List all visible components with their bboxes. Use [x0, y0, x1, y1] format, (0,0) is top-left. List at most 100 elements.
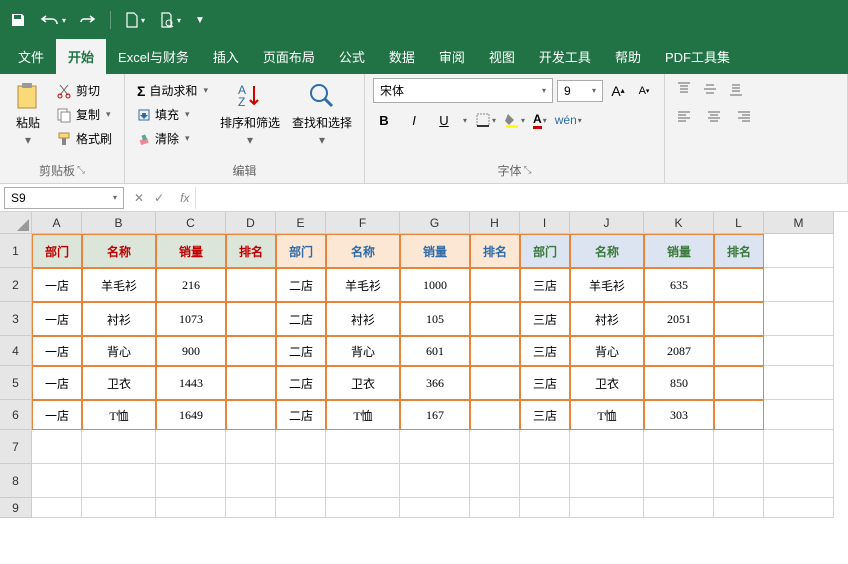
- col-head-L[interactable]: L: [714, 212, 764, 234]
- cell-C5[interactable]: 1443: [156, 366, 226, 400]
- cell-K7[interactable]: [644, 430, 714, 464]
- cell-J5[interactable]: 卫衣: [570, 366, 644, 400]
- cell-K3[interactable]: 2051: [644, 302, 714, 336]
- col-head-C[interactable]: C: [156, 212, 226, 234]
- cell-H6[interactable]: [470, 400, 520, 430]
- row-head-6[interactable]: 6: [0, 400, 32, 430]
- name-box[interactable]: S9▾: [4, 187, 124, 209]
- copy-button[interactable]: 复制▾: [52, 104, 116, 125]
- cell-A1[interactable]: 部门: [32, 234, 82, 268]
- cell-L6[interactable]: [714, 400, 764, 430]
- col-head-A[interactable]: A: [32, 212, 82, 234]
- find-select-button[interactable]: 查找和选择▾: [288, 78, 356, 149]
- cell-B9[interactable]: [82, 498, 156, 518]
- cell-J7[interactable]: [570, 430, 644, 464]
- cell-J8[interactable]: [570, 464, 644, 498]
- formula-input[interactable]: [195, 187, 848, 209]
- cell-C1[interactable]: 销量: [156, 234, 226, 268]
- cell-M4[interactable]: [764, 336, 834, 366]
- cell-G5[interactable]: 366: [400, 366, 470, 400]
- cell-B2[interactable]: 羊毛衫: [82, 268, 156, 302]
- enter-icon[interactable]: ✓: [154, 191, 164, 205]
- sort-filter-button[interactable]: AZ 排序和筛选▾: [216, 78, 284, 149]
- tab-文件[interactable]: 文件: [6, 39, 56, 74]
- cell-D2[interactable]: [226, 268, 276, 302]
- new-file-icon[interactable]: ▾: [125, 12, 145, 28]
- cell-D4[interactable]: [226, 336, 276, 366]
- cell-K4[interactable]: 2087: [644, 336, 714, 366]
- col-head-M[interactable]: M: [764, 212, 834, 234]
- cell-C9[interactable]: [156, 498, 226, 518]
- cell-A5[interactable]: 一店: [32, 366, 82, 400]
- cell-E8[interactable]: [276, 464, 326, 498]
- save-icon[interactable]: [10, 12, 26, 28]
- cell-H1[interactable]: 排名: [470, 234, 520, 268]
- redo-icon[interactable]: [80, 13, 96, 27]
- tab-Excel与财务[interactable]: Excel与财务: [106, 39, 201, 74]
- cell-F6[interactable]: T恤: [326, 400, 400, 430]
- cell-A4[interactable]: 一店: [32, 336, 82, 366]
- cell-I9[interactable]: [520, 498, 570, 518]
- cell-B5[interactable]: 卫衣: [82, 366, 156, 400]
- col-head-K[interactable]: K: [644, 212, 714, 234]
- row-head-1[interactable]: 1: [0, 234, 32, 268]
- cell-L1[interactable]: 排名: [714, 234, 764, 268]
- cell-M3[interactable]: [764, 302, 834, 336]
- cell-J1[interactable]: 名称: [570, 234, 644, 268]
- font-size-select[interactable]: 9▾: [557, 80, 603, 102]
- cell-I4[interactable]: 三店: [520, 336, 570, 366]
- cell-F3[interactable]: 衬衫: [326, 302, 400, 336]
- cell-G1[interactable]: 销量: [400, 234, 470, 268]
- cell-I1[interactable]: 部门: [520, 234, 570, 268]
- cell-H5[interactable]: [470, 366, 520, 400]
- cell-E2[interactable]: 二店: [276, 268, 326, 302]
- tab-开始[interactable]: 开始: [56, 39, 106, 74]
- cell-F2[interactable]: 羊毛衫: [326, 268, 400, 302]
- cell-L7[interactable]: [714, 430, 764, 464]
- cell-B6[interactable]: T恤: [82, 400, 156, 430]
- tab-公式[interactable]: 公式: [327, 39, 377, 74]
- cell-E4[interactable]: 二店: [276, 336, 326, 366]
- cell-H3[interactable]: [470, 302, 520, 336]
- cell-I5[interactable]: 三店: [520, 366, 570, 400]
- col-head-J[interactable]: J: [570, 212, 644, 234]
- cell-J6[interactable]: T恤: [570, 400, 644, 430]
- col-head-H[interactable]: H: [470, 212, 520, 234]
- cell-I8[interactable]: [520, 464, 570, 498]
- cell-K5[interactable]: 850: [644, 366, 714, 400]
- cell-G4[interactable]: 601: [400, 336, 470, 366]
- cell-M1[interactable]: [764, 234, 834, 268]
- select-all-corner[interactable]: [0, 212, 32, 234]
- cell-G2[interactable]: 1000: [400, 268, 470, 302]
- align-middle-icon[interactable]: [699, 78, 721, 100]
- cell-M9[interactable]: [764, 498, 834, 518]
- undo-icon[interactable]: ▾: [40, 13, 66, 27]
- align-top-icon[interactable]: [673, 78, 695, 100]
- tab-视图[interactable]: 视图: [477, 39, 527, 74]
- cell-H4[interactable]: [470, 336, 520, 366]
- align-left-icon[interactable]: [673, 106, 695, 128]
- italic-button[interactable]: I: [403, 109, 425, 131]
- autosum-button[interactable]: Σ自动求和▾: [133, 80, 212, 101]
- cell-A6[interactable]: 一店: [32, 400, 82, 430]
- align-bottom-icon[interactable]: [725, 78, 747, 100]
- cell-D8[interactable]: [226, 464, 276, 498]
- cell-M8[interactable]: [764, 464, 834, 498]
- cell-D5[interactable]: [226, 366, 276, 400]
- cell-M6[interactable]: [764, 400, 834, 430]
- cell-A8[interactable]: [32, 464, 82, 498]
- cell-F9[interactable]: [326, 498, 400, 518]
- clear-button[interactable]: 清除▾: [133, 128, 212, 149]
- cell-F8[interactable]: [326, 464, 400, 498]
- row-head-8[interactable]: 8: [0, 464, 32, 498]
- paste-button[interactable]: 粘贴 ▾: [8, 78, 48, 149]
- cut-button[interactable]: 剪切: [52, 80, 116, 101]
- cell-A9[interactable]: [32, 498, 82, 518]
- row-head-2[interactable]: 2: [0, 268, 32, 302]
- cell-M5[interactable]: [764, 366, 834, 400]
- tab-PDF工具集[interactable]: PDF工具集: [653, 39, 742, 74]
- format-painter-button[interactable]: 格式刷: [52, 128, 116, 149]
- fill-button[interactable]: 填充▾: [133, 104, 212, 125]
- cell-J3[interactable]: 衬衫: [570, 302, 644, 336]
- cell-F1[interactable]: 名称: [326, 234, 400, 268]
